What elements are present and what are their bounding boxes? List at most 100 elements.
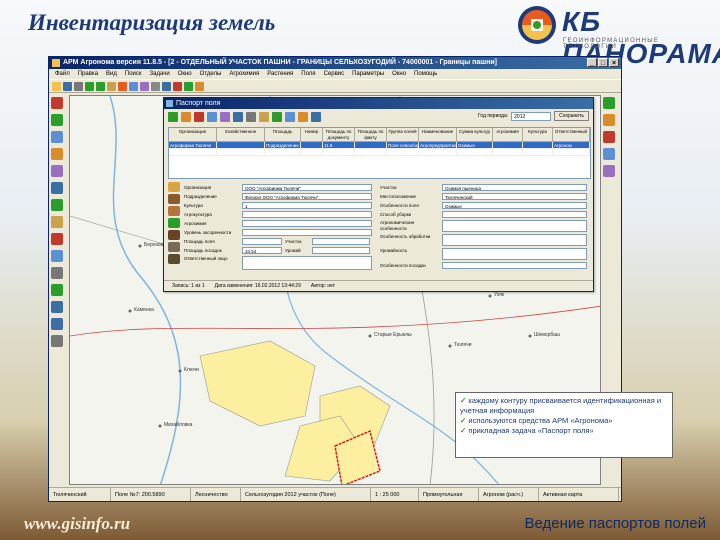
column-header[interactable]: Организация [169,128,217,141]
menu-item[interactable]: Параметры [352,69,384,79]
search-icon[interactable] [151,82,160,91]
processing-field[interactable] [442,234,587,246]
crop-field[interactable]: 1 [242,202,372,209]
harvest-method-field[interactable] [442,211,587,218]
yield-field[interactable] [312,247,370,254]
weed-level-field[interactable] [242,229,372,236]
edit-record-icon[interactable] [181,112,191,122]
redo-tool-icon[interactable] [51,318,63,330]
agroculture-field[interactable] [242,211,372,218]
app-titlebar[interactable]: АРМ Агронома версия 11.8.5 - [2 - ОТДЕЛЬ… [49,57,621,69]
agro-features-field[interactable] [442,220,587,232]
delete-tool-icon[interactable] [51,233,63,245]
pointer-tool-icon[interactable] [51,97,63,109]
plot-field[interactable] [312,238,370,245]
column-header[interactable]: Площадь [265,128,301,141]
copy-tool-icon[interactable] [51,250,63,262]
help-icon[interactable] [311,112,321,122]
plot-type-field[interactable]: Озимая пшеница [442,184,587,191]
edit-tool-icon[interactable] [51,148,63,160]
period-select[interactable]: 2012 [511,111,552,121]
column-header[interactable]: Хозяйственное [217,128,265,141]
save-icon[interactable] [63,82,72,91]
cut-tool-icon[interactable] [51,165,63,177]
move-tool-icon[interactable] [51,182,63,194]
passport-titlebar[interactable]: Паспорт поля [164,98,593,109]
filter-icon[interactable] [220,112,230,122]
map-tool-icon[interactable] [603,97,615,109]
menu-item[interactable]: Задачи [150,69,170,79]
sort-icon[interactable] [233,112,243,122]
column-header[interactable]: Группа полей [387,128,419,141]
features-field[interactable]: Озимые [442,202,587,209]
report-icon[interactable] [259,112,269,122]
export-icon[interactable] [195,82,204,91]
zoom-out-icon[interactable] [96,82,105,91]
column-header[interactable]: Наименование [419,128,457,141]
column-header[interactable]: Площадь по факту [355,128,387,141]
polygon-tool-icon[interactable] [51,131,63,143]
refresh-icon[interactable] [184,82,193,91]
menu-item[interactable]: Окно [392,69,406,79]
menu-item[interactable]: Сервис [324,69,345,79]
menu-item[interactable]: Поля [301,69,315,79]
table-row[interactable]: Агрофирма Тюлячи Подразделение 1 11.9 По… [169,142,590,149]
open-icon[interactable] [52,82,61,91]
column-header[interactable]: Номер [301,128,323,141]
chart-tool-icon[interactable] [603,148,615,160]
menu-item[interactable]: Вид [106,69,117,79]
table-row[interactable] [169,149,590,156]
column-header[interactable]: Сумма культур [457,128,493,141]
column-header[interactable]: Площадь по документу [323,128,355,141]
crop-tool-icon[interactable] [603,131,615,143]
planting-features-field[interactable] [442,262,587,269]
close-button[interactable]: × [609,58,619,67]
label-tool-icon[interactable] [51,216,63,228]
menu-item[interactable]: Растения [267,69,293,79]
menu-item[interactable]: Агрохимия [229,69,259,79]
export-icon[interactable] [298,112,308,122]
field-area-field[interactable] [242,238,282,245]
location-field[interactable]: Тюлячинский [442,193,587,200]
save-button[interactable]: Сохранить [554,111,589,121]
grid-tool-icon[interactable] [51,284,63,296]
yield-level-field[interactable] [442,248,587,260]
delete-record-icon[interactable] [194,112,204,122]
column-header[interactable]: Культура [523,128,553,141]
snap-tool-icon[interactable] [51,267,63,279]
planting-area-field[interactable]: 34.54 [242,247,282,254]
table-tool-icon[interactable] [603,165,615,177]
layers-icon[interactable] [129,82,138,91]
maximize-button[interactable]: □ [598,58,608,67]
draw-tool-icon[interactable] [51,114,63,126]
print-icon[interactable] [74,82,83,91]
settings-tool-icon[interactable] [51,335,63,347]
menu-item[interactable]: Помощь [414,69,437,79]
pencil-tool-icon[interactable] [603,114,615,126]
subdivision-field[interactable]: Филиал ООО "Агрофирма Тюлячи" [242,193,372,200]
menu-item[interactable]: Поиск [125,69,142,79]
measure-icon[interactable] [140,82,149,91]
column-header[interactable]: Ответственный [553,128,590,141]
pan-icon[interactable] [107,82,116,91]
rotate-tool-icon[interactable] [51,199,63,211]
info-icon[interactable] [162,82,171,91]
undo-tool-icon[interactable] [51,301,63,313]
agrochem-field[interactable] [242,220,372,227]
map-link-icon[interactable] [272,112,282,122]
new-record-icon[interactable] [168,112,178,122]
menu-item[interactable]: Отделы [200,69,222,79]
print-icon[interactable] [246,112,256,122]
column-header[interactable]: Агрохимия [493,128,523,141]
menu-item[interactable]: Правка [78,69,98,79]
menu-item[interactable]: Окно [178,69,192,79]
copy-record-icon[interactable] [207,112,217,122]
refresh-icon[interactable] [285,112,295,122]
legend-icon[interactable] [173,82,182,91]
minimize-button[interactable]: _ [587,58,597,67]
menu-item[interactable]: Файл [55,69,70,79]
responsible-field[interactable] [242,256,372,270]
zoom-in-icon[interactable] [85,82,94,91]
organization-field[interactable]: ООО "Агрофирма Тюлячи" [242,184,372,191]
select-icon[interactable] [118,82,127,91]
